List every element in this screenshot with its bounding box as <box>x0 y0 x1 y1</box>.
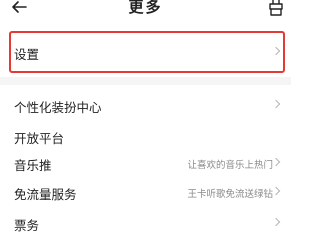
menu-item-label: 音乐推 <box>14 158 52 173</box>
settings-highlight-box <box>9 31 285 73</box>
chevron-right-icon <box>271 217 281 227</box>
chevron-right-icon <box>271 186 281 196</box>
menu-item-music-promo[interactable]: 音乐推 让喜欢的音乐上热门 <box>0 151 291 177</box>
page-title: 更多 <box>128 0 163 16</box>
menu-item-subtitle: 王卡听歌免流送绿钻 <box>187 189 273 200</box>
menu-item-free-data[interactable]: 免流量服务 王卡听歌免流送绿钻 <box>0 180 291 206</box>
menu-item-label: 个性化装扮中心 <box>14 100 102 115</box>
top-bar: 更多 <box>0 0 291 24</box>
chevron-right-icon <box>271 157 281 167</box>
menu-item-tickets[interactable]: 票务 <box>0 211 291 237</box>
menu-item-open-platform[interactable]: 开放平台 <box>0 124 291 150</box>
menu-item-skin-center[interactable]: 个性化装扮中心 <box>0 93 291 119</box>
menu-item-label: 票务 <box>14 218 40 233</box>
menu-item-label: 开放平台 <box>14 131 65 146</box>
section-divider <box>0 77 291 85</box>
clean-icon[interactable] <box>268 0 284 17</box>
menu-item-label: 免流量服务 <box>14 187 77 202</box>
chevron-right-icon <box>271 99 281 109</box>
menu-item-subtitle: 让喜欢的音乐上热门 <box>187 160 273 171</box>
